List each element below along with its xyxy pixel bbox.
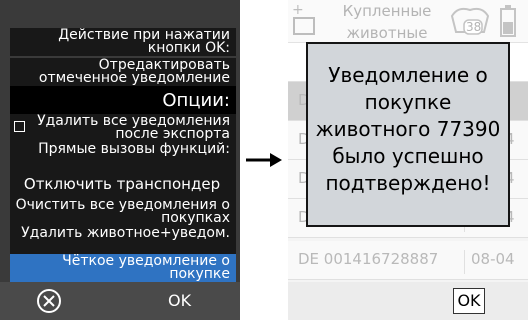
- menu-item-disable-transponder[interactable]: Отключить транспондер: [10, 170, 236, 198]
- menu-heading-options: Опции:: [10, 86, 236, 114]
- svg-text:+: +: [292, 2, 304, 18]
- bottom-bar: OK: [0, 282, 240, 320]
- table-row[interactable]: DE 001416728887 08-04: [288, 241, 528, 280]
- menu-item-delete-animal-notification[interactable]: Удалить животное+уведом.: [10, 226, 236, 254]
- device-screen-menu: + Купленные животные Действие при нажати…: [0, 0, 240, 320]
- header: + Купленные животные 38: [288, 0, 528, 43]
- menu-item-clear-purchase-notifications[interactable]: Очистить все уведомления о покупках: [10, 198, 236, 226]
- menu-heading-direct-calls: Прямые вызовы функций:: [10, 142, 236, 170]
- menu-item-edit-notification[interactable]: Отредактировать отмеченное уведомление: [10, 58, 236, 86]
- dialog-message: Уведомление о покупке животного 77390 бы…: [315, 63, 501, 195]
- export-icon: +: [292, 2, 315, 35]
- battery-icon: [500, 5, 516, 37]
- arrow-right-icon: [246, 153, 282, 167]
- device-screen-confirmation: + Купленные животные 38 DE 4 DE 08-04 DE…: [288, 0, 528, 320]
- checkbox-delete-after-export[interactable]: [14, 121, 25, 132]
- menu-item-clear-purchase-notification[interactable]: Чёткое уведомление о покупке: [10, 254, 236, 282]
- menu-heading-ok-action: Действие при нажатии кнопки OK:: [10, 28, 236, 56]
- confirmation-dialog: Уведомление о покупке животного 77390 бы…: [306, 42, 510, 227]
- row-animal-id: DE 001416728887: [298, 250, 439, 268]
- row-date: 08-04: [464, 250, 515, 274]
- cancel-icon[interactable]: [36, 288, 62, 314]
- options-menu: Действие при нажатии кнопки OK: Отредакт…: [0, 0, 240, 282]
- menu-item-delete-after-export[interactable]: Удалить все уведомления после экспорта: [10, 114, 236, 142]
- dialog-ok-button[interactable]: OK: [453, 288, 485, 314]
- animal-count-badge: 38: [466, 20, 482, 34]
- bottom-bar: [288, 282, 528, 320]
- ok-button[interactable]: OK: [168, 291, 191, 310]
- tab-purchased-animals[interactable]: Купленные животные: [333, 0, 441, 42]
- menu-item-label: Удалить все уведомления после экспорта: [37, 114, 230, 142]
